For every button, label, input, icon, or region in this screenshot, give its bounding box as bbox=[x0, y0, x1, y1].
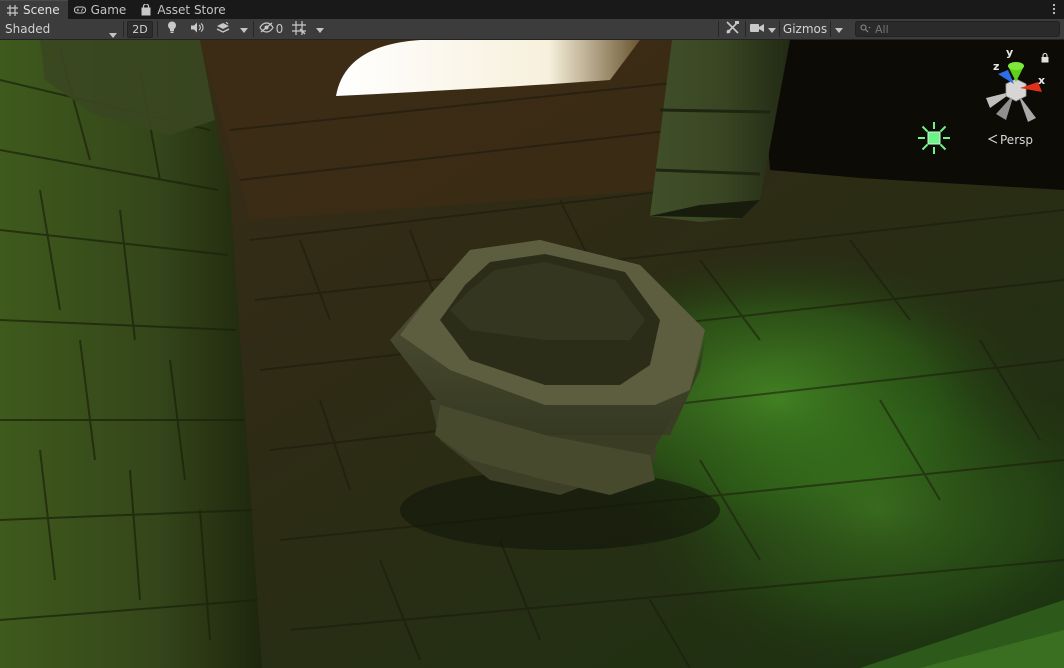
gizmos-dropdown-button[interactable] bbox=[832, 19, 846, 39]
toolbar-divider bbox=[830, 21, 831, 37]
scene-render bbox=[0, 40, 1064, 668]
grid-dropdown-button[interactable] bbox=[313, 19, 327, 39]
gizmos-button[interactable]: Gizmos bbox=[781, 19, 829, 39]
projection-label: Persp bbox=[1000, 133, 1033, 147]
chevron-down-icon bbox=[240, 22, 248, 36]
toggle-2d-button[interactable]: 2D bbox=[127, 21, 153, 38]
hierarchy-search-field[interactable] bbox=[855, 21, 1060, 37]
tools-button[interactable] bbox=[721, 19, 743, 39]
grid-snap-icon bbox=[292, 20, 306, 38]
scene-viewport[interactable]: y z x Persp bbox=[0, 40, 1064, 668]
scene-visibility-button[interactable]: 0 bbox=[256, 19, 286, 39]
perspective-icon bbox=[987, 133, 998, 147]
audio-toggle-button[interactable] bbox=[187, 19, 207, 39]
camera-dropdown-button[interactable] bbox=[766, 19, 778, 39]
window-tab-bar: Scene Game Asset Store bbox=[0, 0, 1064, 19]
camera-icon bbox=[750, 22, 764, 36]
speaker-icon bbox=[190, 22, 204, 36]
gizmos-label: Gizmos bbox=[782, 22, 828, 36]
toolbar-divider bbox=[253, 21, 254, 37]
draw-mode-dropdown[interactable]: Shaded bbox=[0, 19, 122, 39]
projection-toggle[interactable]: Persp bbox=[987, 133, 1033, 147]
gizmo-label-z: z bbox=[993, 60, 1000, 73]
gamepad-icon bbox=[73, 4, 86, 16]
tab-scene-label: Scene bbox=[23, 3, 60, 17]
lighting-toggle-button[interactable] bbox=[162, 19, 182, 39]
tab-game-label: Game bbox=[90, 2, 127, 17]
grid-toggle-button[interactable] bbox=[288, 19, 310, 39]
hidden-objects-count: 0 bbox=[275, 22, 284, 36]
camera-settings-button[interactable] bbox=[748, 19, 766, 39]
gizmo-label-x: x bbox=[1038, 74, 1046, 87]
light-gizmo-icon[interactable] bbox=[916, 120, 952, 159]
draw-mode-label: Shaded bbox=[5, 22, 51, 36]
gizmo-label-y: y bbox=[1006, 46, 1014, 59]
tab-asset-store[interactable]: Asset Store bbox=[134, 0, 233, 19]
scene-toolbar: Shaded 2D 0 Gizmos All bbox=[0, 19, 1064, 40]
tab-game[interactable]: Game bbox=[68, 0, 135, 19]
toolbar-divider bbox=[718, 21, 719, 37]
lightbulb-icon bbox=[167, 21, 177, 37]
search-icon bbox=[860, 22, 871, 36]
toolbar-divider bbox=[745, 21, 746, 37]
chevron-down-icon bbox=[316, 22, 324, 36]
toolbar-divider bbox=[779, 21, 780, 37]
layers-icon bbox=[216, 21, 230, 37]
grid-icon bbox=[6, 4, 18, 16]
eye-slash-icon bbox=[258, 22, 274, 36]
effects-dropdown-button[interactable] bbox=[237, 19, 251, 39]
tab-asset-store-label: Asset Store bbox=[157, 2, 226, 17]
chevron-down-icon bbox=[835, 22, 843, 36]
search-input[interactable] bbox=[875, 22, 1055, 36]
tools-icon bbox=[725, 21, 739, 37]
tab-scene[interactable]: Scene bbox=[0, 0, 68, 19]
effects-toggle-button[interactable] bbox=[212, 19, 234, 39]
chevron-down-icon bbox=[109, 27, 117, 41]
toolbar-divider bbox=[157, 21, 158, 37]
lock-icon[interactable] bbox=[1041, 52, 1049, 66]
chevron-down-icon bbox=[768, 22, 776, 36]
toolbar-divider bbox=[123, 21, 124, 37]
more-options-icon[interactable] bbox=[1052, 3, 1058, 15]
shopping-bag-icon bbox=[140, 3, 152, 16]
